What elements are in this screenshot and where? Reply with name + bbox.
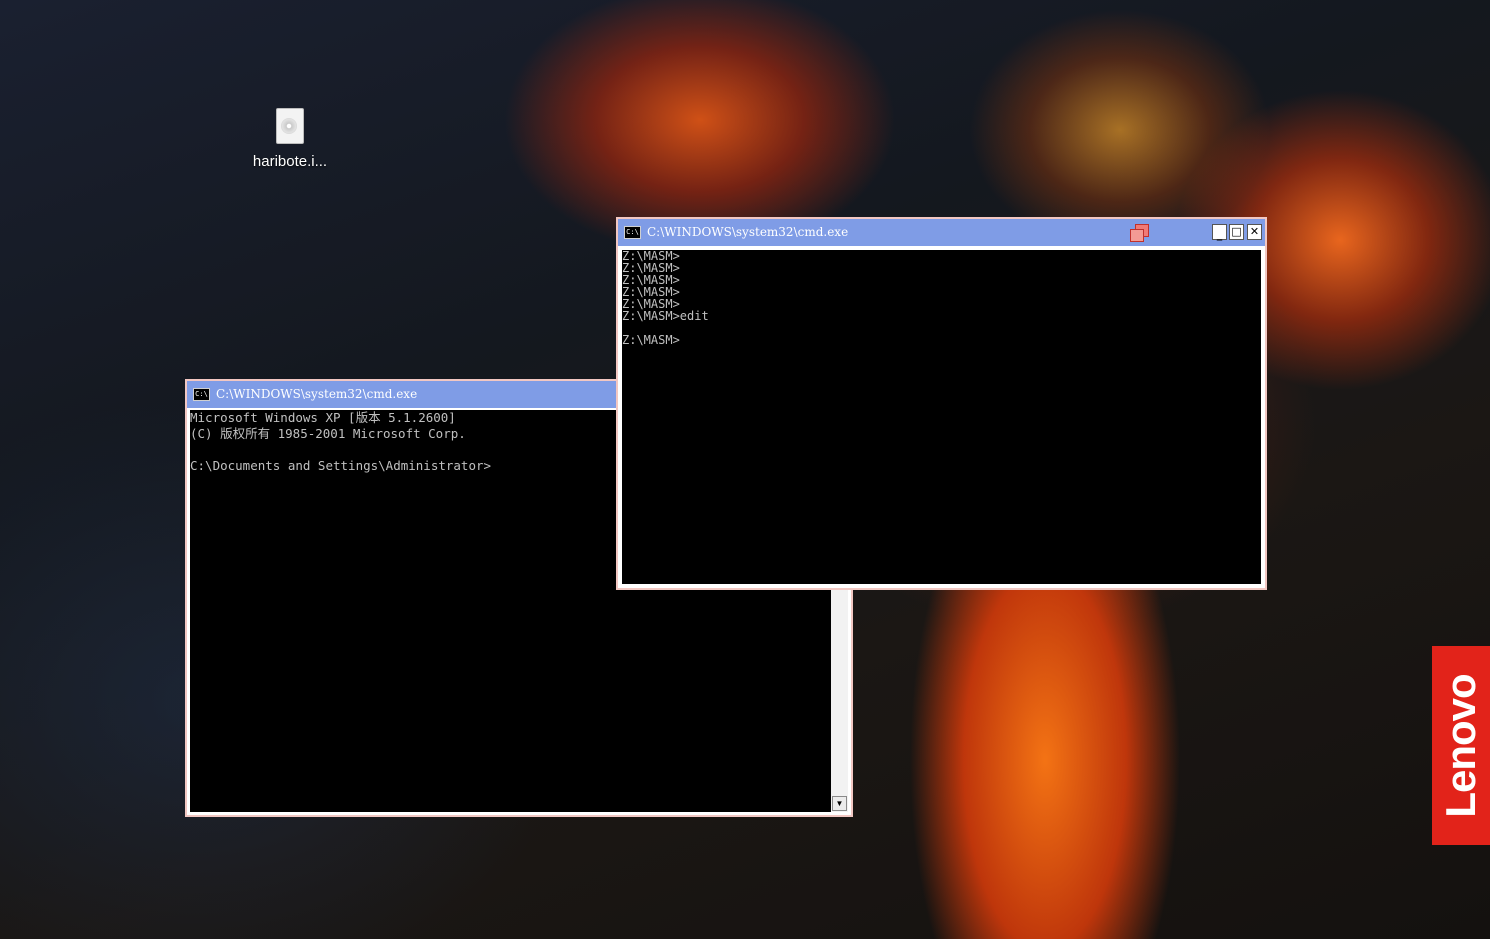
console-line: Z:\MASM> <box>622 250 680 263</box>
console-prompt: Z:\MASM> <box>622 333 680 347</box>
console-output[interactable]: Z:\MASM> Z:\MASM> Z:\MASM> Z:\MASM> Z:\MASM>… <box>622 250 1261 584</box>
window-titlebar[interactable]: C:\ C:\WINDOWS\system32\cmd.exe _ □ ✕ <box>618 219 1265 248</box>
desktop-icon-haribote[interactable]: haribote.i... <box>240 108 340 170</box>
console-line: Z:\MASM> <box>622 261 680 275</box>
console-line: Z:\MASM> <box>622 273 680 287</box>
scroll-down-arrow-icon[interactable]: ▼ <box>832 796 847 811</box>
desktop-icon-label: haribote.i... <box>252 153 328 170</box>
window-switch-icon[interactable] <box>1128 223 1150 243</box>
console-icon: C:\ <box>624 226 641 239</box>
lenovo-logo: Lenovo <box>1432 646 1490 845</box>
console-icon: C:\ <box>193 388 210 401</box>
disc-image-file-icon <box>276 108 304 144</box>
lenovo-logo-text: Lenovo <box>1437 673 1484 818</box>
window-title: C:\WINDOWS\system32\cmd.exe <box>216 387 418 401</box>
console-line: Z:\MASM>edit <box>622 309 709 323</box>
maximize-button[interactable]: □ <box>1229 224 1244 240</box>
console-line: Z:\MASM> <box>622 285 680 299</box>
minimize-button[interactable]: _ <box>1212 224 1227 241</box>
window-title: C:\WINDOWS\system32\cmd.exe <box>647 225 849 239</box>
close-button[interactable]: ✕ <box>1247 224 1262 240</box>
cmd-window-foreground[interactable]: C:\ C:\WINDOWS\system32\cmd.exe _ □ ✕ Z:… <box>616 217 1267 590</box>
console-line: Z:\MASM> <box>622 297 680 311</box>
